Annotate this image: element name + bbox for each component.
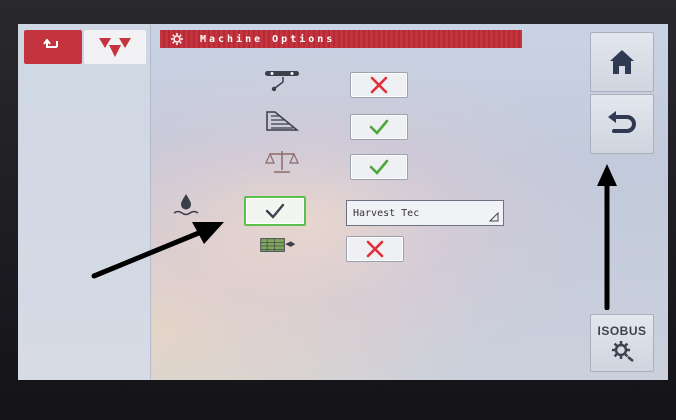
isobus-label: ISOBUS xyxy=(597,324,647,338)
back-button[interactable] xyxy=(24,30,82,64)
moisture-toggle[interactable] xyxy=(244,196,306,226)
sprayer-nozzle-icon xyxy=(262,68,302,94)
annotation-arrow-left xyxy=(91,222,224,279)
dropdown-value: Harvest Tec xyxy=(353,207,420,219)
sprayer-toggle[interactable] xyxy=(350,72,408,98)
return-button[interactable] xyxy=(590,94,654,154)
title-bar: Machine Options xyxy=(160,30,522,48)
home-icon xyxy=(610,50,634,74)
display-screen: Machine Options Harvest Tec ISOBUS xyxy=(18,24,668,380)
isobus-button[interactable]: ISOBUS xyxy=(590,314,654,372)
scale-icon xyxy=(262,148,302,174)
bale-wrap-icon xyxy=(258,232,298,258)
page-title: Machine Options xyxy=(200,33,336,45)
bale-chamber-toggle[interactable] xyxy=(350,114,408,140)
return-arrow-icon xyxy=(608,111,636,133)
moisture-system-dropdown[interactable]: Harvest Tec xyxy=(346,200,504,226)
bale-wrap-toggle[interactable] xyxy=(346,236,404,262)
check-icon xyxy=(265,203,285,219)
brand-logo xyxy=(84,30,146,64)
check-icon xyxy=(369,159,389,175)
home-button[interactable] xyxy=(590,32,654,92)
cross-icon xyxy=(370,76,388,94)
brand-triangles-logo xyxy=(99,38,131,57)
cross-icon xyxy=(366,240,384,258)
dropdown-corner-icon xyxy=(489,212,499,222)
gear-settings-icon xyxy=(612,341,634,362)
gear-icon xyxy=(168,30,186,48)
scale-toggle[interactable] xyxy=(350,154,408,180)
check-icon xyxy=(369,119,389,135)
back-arrow-icon xyxy=(43,39,58,48)
bale-chamber-icon xyxy=(262,108,302,134)
annotation-arrow-right xyxy=(597,164,617,310)
left-panel xyxy=(18,24,151,380)
